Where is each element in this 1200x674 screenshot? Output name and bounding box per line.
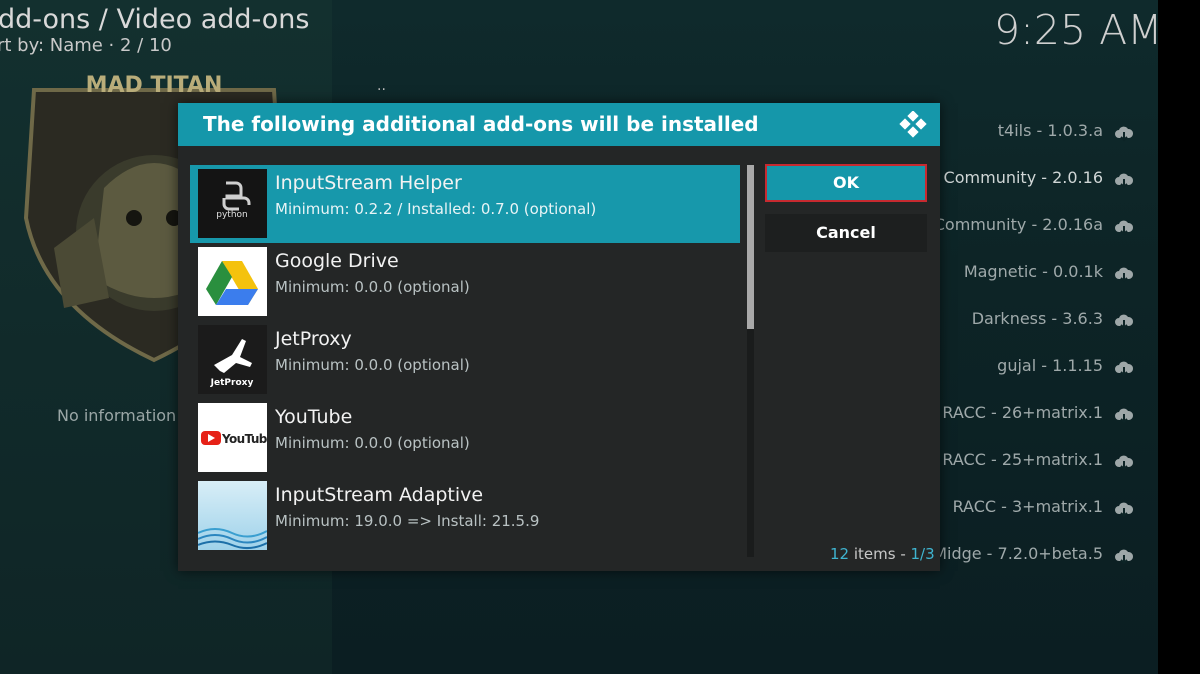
item-detail: Minimum: 0.2.2 / Installed: 0.7.0 (optio… [275, 200, 597, 218]
list-item[interactable]: YouTube YouTube Minimum: 0.0.0 (optional… [190, 399, 740, 477]
item-name: InputStream Helper [275, 172, 462, 194]
item-detail: Minimum: 19.0.0 => Install: 21.5.9 [275, 512, 540, 530]
item-count-number: 12 [830, 545, 850, 563]
list-item[interactable]: JetProxy JetProxy Minimum: 0.0.0 (option… [190, 321, 740, 399]
google-drive-icon [198, 247, 267, 316]
svg-text:JetProxy: JetProxy [210, 378, 254, 388]
addon-list[interactable]: python InputStream Helper Minimum: 0.2.2… [190, 165, 740, 557]
item-detail: Minimum: 0.0.0 (optional) [275, 356, 470, 374]
background-item-label: ojMidge - 7.2.0+beta.5 [918, 544, 1103, 563]
cloud-download-icon [1114, 267, 1134, 283]
cloud-download-icon [1114, 502, 1134, 518]
fanart-title: MAD TITAN [86, 73, 223, 98]
background-item-label: t4ils - 1.0.3.a [997, 121, 1103, 140]
ok-button[interactable]: OK [765, 164, 927, 202]
svg-text:python: python [216, 210, 247, 220]
background-item-label: Magnetic - 0.0.1k [963, 262, 1103, 281]
background-item-label: gujal - 1.1.15 [997, 356, 1103, 375]
install-dialog: The following additional add-ons will be… [178, 103, 940, 571]
background-item-label: RACC - 25+matrix.1 [942, 450, 1103, 469]
background-item-label: en Community - 2.0.16 [918, 168, 1103, 187]
cloud-download-icon [1114, 549, 1134, 565]
youtube-icon: YouTube [198, 403, 267, 472]
cloud-download-icon [1114, 126, 1134, 142]
clock: 9:25 AM [994, 6, 1163, 54]
item-detail: Minimum: 0.0.0 (optional) [275, 434, 470, 452]
background-item-label: Darkness - 3.6.3 [971, 309, 1103, 328]
right-edge [1158, 0, 1200, 674]
svg-text:YouTube: YouTube [221, 432, 267, 446]
cancel-button[interactable]: Cancel [765, 214, 927, 252]
list-item[interactable]: python InputStream Helper Minimum: 0.2.2… [190, 165, 740, 243]
item-count-word: items - [849, 545, 911, 563]
python-icon: python [198, 169, 267, 238]
list-scrollbar[interactable] [747, 165, 754, 557]
item-name: Google Drive [275, 250, 399, 272]
item-name: YouTube [275, 406, 353, 428]
cloud-download-icon [1114, 173, 1134, 189]
cloud-download-icon [1114, 314, 1134, 330]
jetproxy-icon: JetProxy [198, 325, 267, 394]
dialog-header: The following additional add-ons will be… [178, 103, 940, 146]
item-name: JetProxy [275, 328, 352, 350]
item-name: InputStream Adaptive [275, 484, 484, 506]
background-item-label: RACC - 3+matrix.1 [952, 497, 1103, 516]
cloud-download-icon [1114, 408, 1134, 424]
breadcrumb: dd-ons / Video add-ons [0, 4, 310, 35]
item-detail: Minimum: 0.0.0 (optional) [275, 278, 470, 296]
kodi-logo-icon [898, 110, 928, 141]
scrollbar-thumb[interactable] [747, 165, 754, 329]
parent-entry[interactable]: .. [377, 78, 386, 94]
background-item-label: RACC - 26+matrix.1 [942, 403, 1103, 422]
background-item-label: n Community - 2.0.16a [918, 215, 1103, 234]
sort-info: rt by: Name · 2 / 10 [0, 35, 172, 56]
cloud-download-icon [1114, 361, 1134, 377]
list-item[interactable]: InputStream Adaptive Minimum: 19.0.0 => … [190, 477, 740, 555]
item-count: 12 items - 1/3 [830, 545, 935, 563]
info-text: No information a [57, 406, 192, 425]
wave-icon [198, 481, 267, 550]
list-item[interactable]: Google Drive Minimum: 0.0.0 (optional) [190, 243, 740, 321]
cloud-download-icon [1114, 455, 1134, 471]
cloud-download-icon [1114, 220, 1134, 236]
dialog-title: The following additional add-ons will be… [203, 112, 759, 136]
page-indicator: 1/3 [910, 545, 935, 563]
